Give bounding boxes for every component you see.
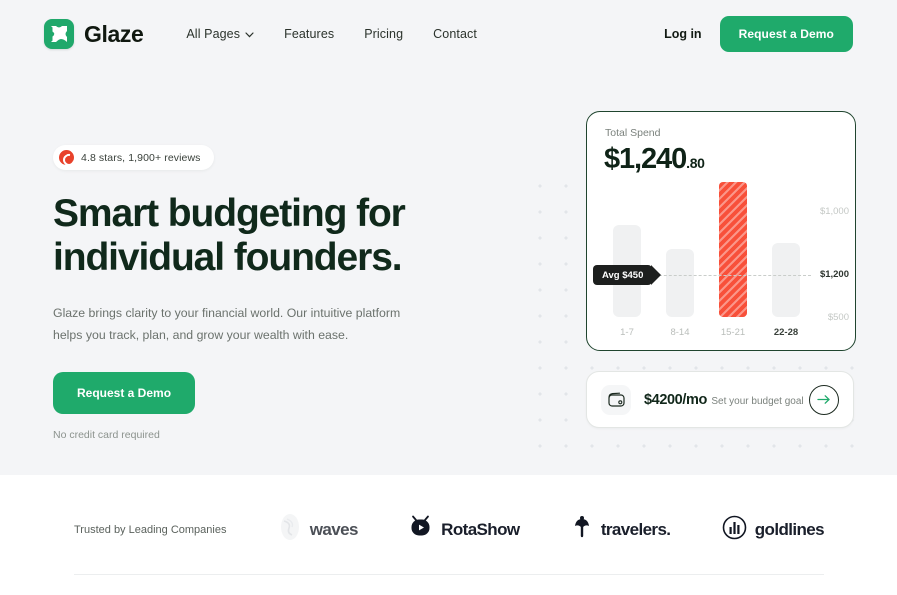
budget-goal-subtitle: Set your budget goal (711, 395, 804, 407)
nav-links: All Pages Features Pricing Contact (186, 27, 477, 41)
chevron-down-icon (245, 27, 254, 41)
trusted-logos-section: Trusted by Leading Companies waves RotaS… (0, 475, 897, 595)
rating-badge-label: 4.8 stars, 1,900+ reviews (81, 151, 201, 164)
hero-subtext: Glaze brings clarity to your financial w… (53, 303, 413, 346)
hero-subtext-line-2: you track, plan, and grow your wealth wi… (85, 327, 349, 342)
glaze-x-mark-icon (44, 19, 74, 49)
wallet-icon (601, 384, 631, 415)
spend-bar-chart: Avg $450 $1,000 $1,200 $500 1-7 8-14 15-… (587, 182, 855, 350)
bar-22-28[interactable] (772, 243, 800, 317)
arrow-right-icon[interactable] (809, 384, 839, 415)
hero-content: 4.8 stars, 1,900+ reviews Smart budgetin… (53, 145, 483, 441)
budget-goal-card[interactable]: $4200/mo Set your budget goal (586, 371, 854, 428)
page-title: Smart budgeting for individual founders. (53, 192, 483, 279)
total-spend-card: Total Spend $1,240.80 Avg $450 $1,000 $1… (586, 111, 856, 351)
nav-link-all-pages[interactable]: All Pages (186, 27, 254, 41)
login-link[interactable]: Log in (664, 27, 702, 41)
x-axis-label-15-21: 15-21 (720, 327, 746, 338)
total-spend-amount: $1,240.80 (604, 143, 705, 176)
top-navigation-bar: Glaze All Pages Features Pricing Contact… (0, 0, 897, 68)
rating-badge: 4.8 stars, 1,900+ reviews (53, 145, 214, 170)
logo-rotashow-label: RotaShow (441, 519, 520, 539)
y-axis-label-500: $500 (827, 312, 849, 323)
trusted-by-label: Trusted by Leading Companies (74, 523, 227, 536)
total-spend-amount-cents: .80 (686, 155, 705, 171)
logo-goldlines: goldlines (722, 515, 825, 545)
bar-8-14[interactable] (666, 249, 694, 317)
headline-line-2: individual founders. (53, 235, 403, 279)
average-tooltip: Avg $450 (593, 265, 662, 285)
nav-link-pricing[interactable]: Pricing (364, 27, 403, 41)
capterra-circle-icon (59, 150, 74, 165)
nav-link-contact[interactable]: Contact (433, 27, 477, 41)
budget-goal-text: $4200/mo Set your budget goal (644, 391, 804, 409)
nav-actions: Log in Request a Demo (664, 16, 853, 52)
section-divider (74, 574, 824, 575)
y-axis-label-1200: $1,200 (819, 269, 849, 280)
headline-line-1: Smart budgeting for (53, 192, 406, 235)
request-demo-button-hero[interactable]: Request a Demo (53, 372, 196, 415)
bar-15-21[interactable] (719, 182, 747, 317)
logo-travelers: travelers. (571, 515, 671, 544)
logo-waves-label: waves (309, 519, 359, 539)
brand-name: Glaze (84, 20, 144, 47)
x-axis-label-22-28: 22-28 (773, 327, 799, 338)
request-demo-button-header[interactable]: Request a Demo (719, 16, 853, 52)
nav-link-all-pages-label: All Pages (186, 27, 241, 41)
nav-link-features[interactable]: Features (284, 27, 334, 41)
logo-travelers-label: travelers. (600, 519, 671, 539)
goldlines-circle-icon (722, 515, 747, 545)
waves-swirl-icon (278, 513, 302, 546)
logos-row: Trusted by Leading Companies waves RotaS… (74, 513, 825, 546)
logo-rotashow: RotaShow (409, 515, 520, 544)
y-axis-label-1000: $1,000 (819, 206, 849, 217)
total-spend-label: Total Spend (605, 127, 661, 139)
budget-goal-amount: $4200/mo (644, 391, 707, 408)
total-spend-amount-main: $1,240 (604, 143, 687, 175)
travelers-umbrella-icon (571, 515, 593, 544)
x-axis-label-1-7: 1-7 (620, 327, 634, 338)
logo-goldlines-main: goldlines (754, 519, 825, 539)
brand-logo[interactable]: Glaze (44, 19, 144, 49)
no-credit-card-note: No credit card required (53, 429, 160, 442)
logo-waves: waves (278, 513, 358, 546)
rotashow-tv-icon (409, 515, 433, 544)
x-axis-label-8-14: 8-14 (670, 327, 690, 338)
logo-goldlines-label: goldlines (754, 519, 825, 540)
hero-section: Glaze All Pages Features Pricing Contact… (0, 0, 897, 475)
